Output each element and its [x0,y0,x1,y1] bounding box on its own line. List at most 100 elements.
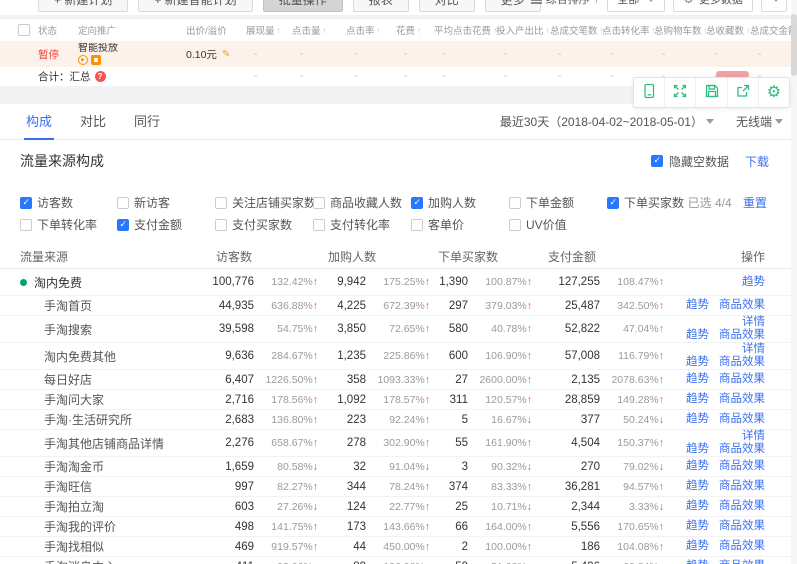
settings-button[interactable]: ⚙ [759,78,789,107]
trend-link[interactable]: 趋势 [686,329,709,342]
metric-filter[interactable]: 新访客 [117,194,170,211]
campaign-column-header[interactable]: 展现量↑ [246,23,292,37]
trend-link[interactable]: 趋势 [686,460,709,473]
metric-checkbox[interactable] [117,219,129,231]
product-effect-link[interactable]: 商品效果 [719,480,765,493]
scrollbar-thumb[interactable] [791,14,797,76]
metric-checkbox[interactable] [20,197,32,209]
toolbar-button[interactable]: + 新建计划 [38,0,128,12]
date-range-picker[interactable]: 最近30天（2018-04-02~2018-05-01） [500,113,714,130]
toolbar-button[interactable]: 对比 [419,0,475,12]
trend-link[interactable]: 趋势 [686,560,709,564]
metric-checkbox[interactable] [20,219,32,231]
metric-filter[interactable]: 访客数 [20,194,73,211]
export-button[interactable] [728,78,759,107]
trend-link[interactable]: 趋势 [686,500,709,513]
tab-对比[interactable]: 对比 [78,104,108,140]
toolbar-button[interactable]: 批量操作 [263,0,343,12]
metric-filter[interactable]: 客单价 [411,216,464,233]
empty-value: - [496,71,507,82]
select-all-checkbox[interactable] [18,24,30,36]
metric-checkbox[interactable] [215,197,227,209]
metric-checkbox[interactable] [411,197,423,209]
metric-filter[interactable]: 下单金额 [509,194,574,211]
product-effect-link[interactable]: 商品效果 [719,460,765,473]
trend-link[interactable]: 趋势 [686,356,709,369]
metric-filter[interactable]: 支付买家数 [215,216,292,233]
metric-checkbox[interactable] [313,219,325,231]
save-button[interactable] [696,78,727,107]
campaign-column-header[interactable]: 总购物车数↑ [654,23,706,37]
campaign-column-header[interactable]: 总成交笔数↑ [550,23,602,37]
product-effect-link[interactable]: 商品效果 [719,373,765,386]
campaign-column-header[interactable]: 出价/溢价 [186,23,246,37]
product-effect-link[interactable]: 商品效果 [719,500,765,513]
campaign-column-header[interactable]: 花费↑ [396,23,434,37]
trend-link[interactable]: 趋势 [686,373,709,386]
campaign-column-header[interactable]: 点击率↑ [346,23,396,37]
metric-checkbox[interactable] [607,197,619,209]
toolbar-button[interactable]: 报表 [353,0,409,12]
scrollbar[interactable] [791,0,797,564]
metric-value: 2,344 [571,501,600,513]
product-effect-link[interactable]: 商品效果 [719,393,765,406]
campaign-column-header[interactable]: 点击量↑ [292,23,346,37]
product-effect-link[interactable]: 商品效果 [719,413,765,426]
campaign-column-header[interactable]: 平均点击花费↑ [434,23,496,37]
metric-filter[interactable]: 加购人数 [411,194,476,211]
trend-link[interactable]: 趋势 [742,276,765,289]
campaign-column-header[interactable]: 定向推广 [78,23,186,37]
reset-link[interactable]: 重置 [743,196,767,210]
tab-构成[interactable]: 构成 [24,104,54,140]
metric-checkbox[interactable] [509,197,521,209]
detail-link[interactable]: 详情 [742,430,765,443]
detail-link[interactable]: 详情 [742,316,765,329]
trend-link[interactable]: 趋势 [686,520,709,533]
metric-filter[interactable]: 关注店铺买家数 [215,194,316,211]
metric-checkbox[interactable] [509,219,521,231]
metric-checkbox[interactable] [215,219,227,231]
campaign-column-header[interactable]: 总成交金额↑ [750,23,797,37]
metric-checkbox[interactable] [117,197,129,209]
trend-link[interactable]: 趋势 [686,413,709,426]
metric-checkbox[interactable] [411,219,423,231]
mobile-preview-button[interactable] [634,78,665,107]
metric-filter[interactable]: 商品收藏人数 [313,194,402,211]
product-effect-link[interactable]: 商品效果 [719,443,765,456]
product-effect-link[interactable]: 商品效果 [719,329,765,342]
trend-link[interactable]: 趋势 [686,443,709,456]
sort-control[interactable]: 综合排序 ↑ [531,0,600,7]
metric-filter[interactable]: 下单转化率 [20,216,97,233]
campaign-column-header[interactable]: 状态 [38,23,78,37]
hide-empty-checkbox[interactable] [651,155,663,167]
campaign-column-header[interactable]: 总收藏数↑ [706,23,750,37]
product-effect-link[interactable]: 商品效果 [719,299,765,312]
collapse-button[interactable] [761,0,787,12]
campaign-name[interactable]: 智能投放▶ [78,43,118,65]
campaign-column-header[interactable]: 点击转化率↑ [602,23,654,37]
product-effect-link[interactable]: 商品效果 [719,560,765,564]
product-effect-link[interactable]: 商品效果 [719,356,765,369]
detail-link[interactable]: 详情 [742,343,765,356]
metric-filter[interactable]: 支付金额 [117,216,182,233]
filter-select[interactable]: 全部 [607,0,665,12]
fullscreen-button[interactable] [665,78,696,107]
toolbar-button[interactable]: + 新建智能计划 [138,0,252,12]
trend-link[interactable]: 趋势 [686,540,709,553]
trend-link[interactable]: 趋势 [686,299,709,312]
metric-filter[interactable]: UV价值 [509,216,567,233]
download-link[interactable]: 下载 [745,153,769,170]
trend-link[interactable]: 趋势 [686,480,709,493]
product-effect-link[interactable]: 商品效果 [719,540,765,553]
metric-filter[interactable]: 下单买家数 [607,194,684,211]
campaign-column-header[interactable]: 投入产出比↑ [496,23,550,37]
more-data-button[interactable]: ⚙ 更多数据 [673,0,753,12]
channel-select[interactable]: 无线端 [736,113,783,130]
metric-checkbox[interactable] [313,197,325,209]
metric-filter[interactable]: 支付转化率 [313,216,390,233]
trend-link[interactable]: 趋势 [686,393,709,406]
tab-同行[interactable]: 同行 [132,104,162,140]
product-effect-link[interactable]: 商品效果 [719,520,765,533]
help-icon[interactable]: ? [95,71,106,82]
edit-pencil-icon[interactable]: ✎ [222,49,230,60]
